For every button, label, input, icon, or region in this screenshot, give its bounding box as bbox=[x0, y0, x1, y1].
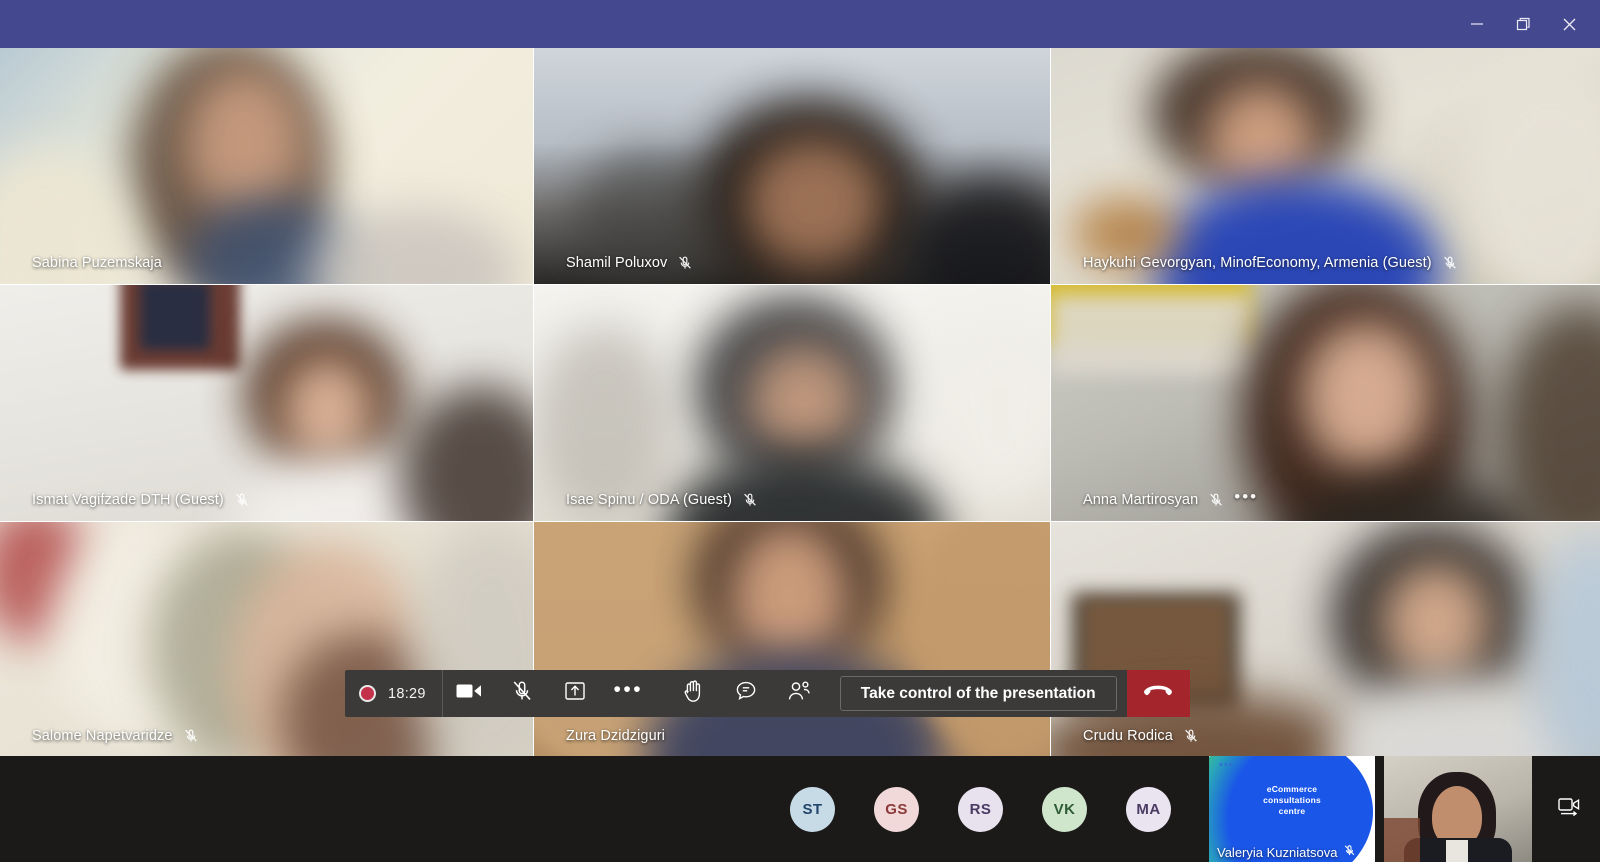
teams-meeting-window: Sabina Puzemskaja Shamil Poluxov Haykuhi… bbox=[0, 0, 1600, 862]
meeting-control-bar: 18:29 ••• Take control of the presentati… bbox=[345, 670, 1190, 717]
video-tile[interactable]: Sabina Puzemskaja bbox=[0, 48, 533, 284]
switch-camera-button[interactable] bbox=[1556, 756, 1582, 862]
minimize-icon bbox=[1470, 17, 1484, 31]
avatar-initials: VK bbox=[1053, 800, 1076, 818]
video-tile[interactable]: Ismat Vagifzade DTH (Guest) bbox=[0, 285, 533, 521]
thumbnail-name-bar: Valeryia Kuzniatsova bbox=[1217, 844, 1356, 860]
mic-muted-icon bbox=[677, 255, 693, 271]
toolbar-separator bbox=[655, 670, 667, 717]
share-screen-icon bbox=[563, 680, 587, 707]
participant-name-bar: Sabina Puzemskaja bbox=[0, 242, 533, 284]
people-icon bbox=[786, 679, 812, 708]
participant-name-bar: Haykuhi Gevorgyan, MinofEconomy, Armenia… bbox=[1051, 242, 1600, 284]
avatar-initials: GS bbox=[885, 800, 908, 818]
mic-muted-icon bbox=[1208, 492, 1224, 508]
recording-timer: 18:29 bbox=[388, 685, 426, 702]
mic-muted-icon bbox=[183, 728, 199, 744]
video-tile[interactable]: Haykuhi Gevorgyan, MinofEconomy, Armenia… bbox=[1051, 48, 1600, 284]
mic-muted-icon bbox=[1183, 728, 1199, 744]
camera-button[interactable] bbox=[443, 670, 496, 717]
video-tile[interactable]: Isae Spinu / ODA (Guest) bbox=[534, 285, 1050, 521]
participant-name: Haykuhi Gevorgyan, MinofEconomy, Armenia… bbox=[1083, 255, 1432, 271]
chat-button[interactable] bbox=[720, 670, 773, 717]
participant-name: Sabina Puzemskaja bbox=[32, 255, 162, 271]
participant-name: Isae Spinu / ODA (Guest) bbox=[566, 492, 732, 508]
more-options-icon[interactable]: ••• bbox=[1234, 488, 1258, 507]
video-tile[interactable]: Zura Dzidziguri bbox=[534, 522, 1050, 757]
video-tile[interactable]: Shamil Poluxov bbox=[534, 48, 1050, 284]
more-options-icon: ••• bbox=[613, 677, 644, 701]
hangup-icon bbox=[1143, 683, 1173, 704]
avatar-initials: RS bbox=[969, 800, 992, 818]
slide-line-2: consultations bbox=[1263, 795, 1321, 805]
participant-name-bar: Salome Napetvaridze bbox=[0, 715, 533, 757]
raise-hand-icon bbox=[682, 679, 705, 709]
slide-line-1: eCommerce bbox=[1266, 784, 1318, 794]
more-options-button[interactable]: ••• bbox=[602, 670, 655, 717]
mic-muted-icon bbox=[1442, 255, 1458, 271]
video-tile[interactable]: Anna Martirosyan ••• bbox=[1051, 285, 1600, 521]
participant-name-bar: Zura Dzidziguri bbox=[534, 715, 1050, 757]
avatar[interactable]: VK bbox=[1042, 786, 1087, 832]
participant-name: Valeryia Kuzniatsova bbox=[1217, 844, 1338, 860]
participant-name-bar: Isae Spinu / ODA (Guest) bbox=[534, 479, 1050, 521]
recording-indicator: 18:29 bbox=[345, 670, 443, 717]
camera-icon bbox=[456, 682, 482, 705]
participant-name: Anna Martirosyan bbox=[1083, 492, 1199, 508]
participant-name: Zura Dzidziguri bbox=[566, 728, 665, 744]
avatar[interactable]: RS bbox=[958, 786, 1003, 832]
mic-muted-icon bbox=[742, 492, 758, 508]
participant-name-bar: Crudu Rodica bbox=[1051, 715, 1600, 757]
shared-screen-thumbnail[interactable]: ••• eCommerce consultations centre Valer… bbox=[1209, 756, 1375, 862]
participant-name-bar: Shamil Poluxov bbox=[534, 242, 1050, 284]
participant-name-bar: Ismat Vagifzade DTH (Guest) bbox=[0, 479, 533, 521]
video-tile[interactable]: Crudu Rodica bbox=[1051, 522, 1600, 757]
record-icon bbox=[359, 685, 376, 702]
video-tile[interactable]: Salome Napetvaridze bbox=[0, 522, 533, 757]
slide-line-3: centre bbox=[1278, 806, 1306, 816]
minimize-button[interactable] bbox=[1454, 0, 1500, 48]
avatar[interactable]: ST bbox=[790, 786, 835, 832]
participant-name: Salome Napetvaridze bbox=[32, 728, 173, 744]
close-icon bbox=[1562, 17, 1577, 32]
mic-muted-icon bbox=[234, 492, 250, 508]
window-titlebar bbox=[0, 0, 1600, 48]
slide-title: eCommerce consultations centre bbox=[1209, 784, 1375, 817]
maximize-icon bbox=[1516, 17, 1531, 32]
hangup-button[interactable] bbox=[1126, 670, 1190, 717]
presenter-thumbnail[interactable] bbox=[1384, 756, 1532, 862]
avatar[interactable]: MA bbox=[1126, 786, 1171, 832]
take-control-button[interactable]: Take control of the presentation bbox=[839, 676, 1117, 711]
mic-muted-icon bbox=[1343, 844, 1356, 860]
participant-filmstrip: ST GS RS VK MA ••• eCommerce consultatio… bbox=[0, 756, 1600, 862]
switch-camera-icon bbox=[1556, 795, 1582, 824]
slide-dots-icon: ••• bbox=[1219, 759, 1234, 771]
avatar-initials: MA bbox=[1136, 800, 1161, 818]
raise-hand-button[interactable] bbox=[667, 670, 720, 717]
participant-name: Crudu Rodica bbox=[1083, 728, 1173, 744]
video-grid: Sabina Puzemskaja Shamil Poluxov Haykuhi… bbox=[0, 48, 1600, 757]
maximize-button[interactable] bbox=[1500, 0, 1546, 48]
chat-icon bbox=[734, 679, 758, 708]
mic-muted-icon bbox=[510, 679, 534, 708]
participants-button[interactable] bbox=[773, 670, 826, 717]
share-screen-button[interactable] bbox=[549, 670, 602, 717]
participant-name-bar: Anna Martirosyan ••• bbox=[1051, 479, 1600, 521]
close-button[interactable] bbox=[1546, 0, 1592, 48]
participant-name: Shamil Poluxov bbox=[566, 255, 668, 271]
microphone-button[interactable] bbox=[496, 670, 549, 717]
avatar-row: ST GS RS VK MA bbox=[790, 756, 1171, 862]
avatar-initials: ST bbox=[802, 800, 823, 818]
avatar[interactable]: GS bbox=[874, 786, 919, 832]
participant-name: Ismat Vagifzade DTH (Guest) bbox=[32, 492, 224, 508]
